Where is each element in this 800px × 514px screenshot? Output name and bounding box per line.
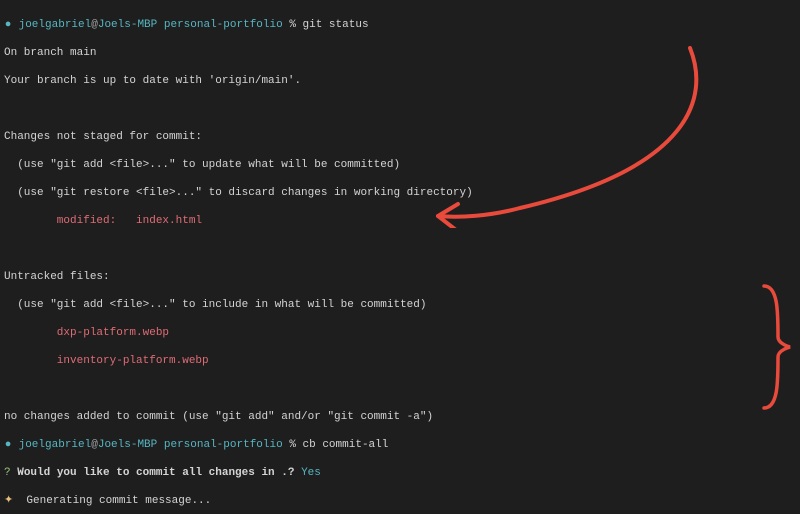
cmd-commit-all: cb commit-all <box>303 439 389 451</box>
prompt-indicator-icon: ● <box>4 438 12 452</box>
answer-yes-1: Yes <box>301 467 321 479</box>
status-hint-include: (use "git add <file>..." to include in w… <box>4 298 796 312</box>
status-hint-restore: (use "git restore <file>..." to discard … <box>4 186 796 200</box>
generating-message: ✦ Generating commit message... <box>4 494 796 508</box>
prompt-line-1: ● joelgabriel@Joels-MBP personal-portfol… <box>4 18 796 32</box>
sparkle-icon: ✦ <box>4 495 13 507</box>
prompt-line-2: ● joelgabriel@Joels-MBP personal-portfol… <box>4 438 796 452</box>
status-untracked: Untracked files: <box>4 270 796 284</box>
prompt-dir: personal-portfolio <box>164 19 283 31</box>
question-commit-all: ? Would you like to commit all changes i… <box>4 466 796 480</box>
status-hint-add: (use "git add <file>..." to update what … <box>4 158 796 172</box>
terminal-output[interactable]: ● joelgabriel@Joels-MBP personal-portfol… <box>0 0 800 514</box>
status-notstaged: Changes not staged for commit: <box>4 130 796 144</box>
status-modified: modified: index.html <box>4 214 796 228</box>
prompt-sep: % <box>289 19 296 31</box>
cmd-git-status: git status <box>303 19 369 31</box>
modified-file: index.html <box>136 215 202 227</box>
prompt-user: joelgabriel <box>19 19 92 31</box>
status-branch: On branch main <box>4 46 796 60</box>
status-uptodate: Your branch is up to date with 'origin/m… <box>4 74 796 88</box>
untracked-file-2: inventory-platform.webp <box>4 354 796 368</box>
untracked-file-1: dxp-platform.webp <box>4 326 796 340</box>
prompt-indicator-icon: ● <box>4 18 12 32</box>
prompt-host: Joels-MBP <box>98 19 157 31</box>
status-nochanges: no changes added to commit (use "git add… <box>4 410 796 424</box>
modified-label: modified: <box>4 215 136 227</box>
